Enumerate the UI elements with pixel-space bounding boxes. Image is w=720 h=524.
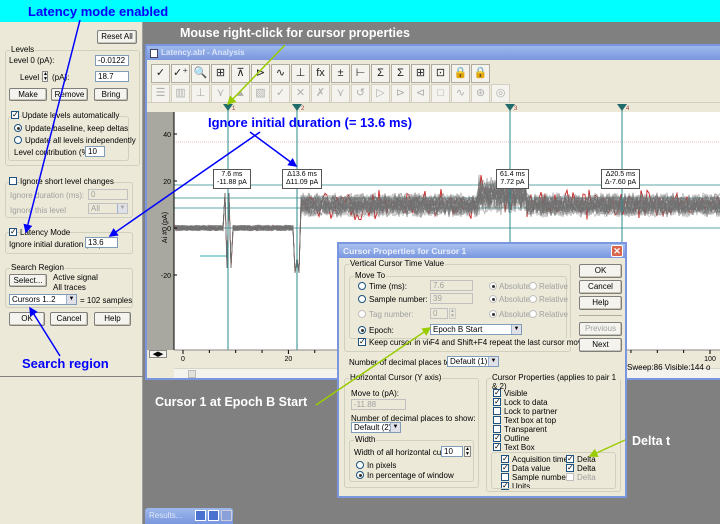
annotation-cursor1-epoch: Cursor 1 at Epoch B Start <box>155 395 308 409</box>
arrow-epoch <box>315 327 432 406</box>
annotation-latency-mode: Latency mode enabled <box>28 4 169 19</box>
arrow-latency-mode <box>23 19 81 234</box>
arrow-right-click <box>226 44 286 106</box>
annotation-delta-t: Delta t <box>632 434 671 448</box>
arrow-delta <box>588 439 626 457</box>
sweep-status: Sweep:86 Visible:144 o <box>627 363 711 372</box>
annotation-right-click: Mouse right-click for cursor properties <box>180 26 410 40</box>
annotation-arrows <box>23 19 626 457</box>
arrow-ignore-initial <box>108 131 261 237</box>
annotation-ignore-initial: Ignore initial duration (= 13.6 ms) <box>208 115 413 130</box>
arrow-ignore-initial-plot <box>249 131 298 167</box>
annotation-search-region: Search region <box>22 356 109 371</box>
arrow-search-region <box>29 306 61 357</box>
